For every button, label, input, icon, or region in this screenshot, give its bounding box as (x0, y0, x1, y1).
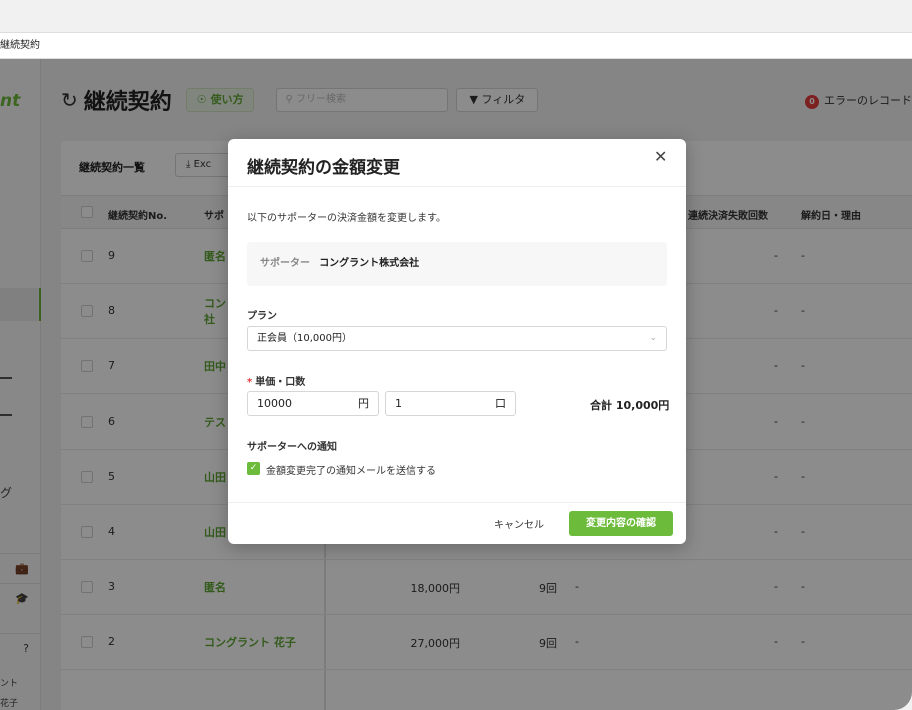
quantity-input[interactable]: 1 口 (385, 391, 516, 416)
unit-qty-label: * 単価・口数 (247, 373, 305, 388)
supporter-name: コングラント株式会社 (319, 258, 420, 269)
supporter-info: サポーター コングラント株式会社 (247, 242, 667, 286)
cancel-button[interactable]: キャンセル (494, 516, 544, 531)
unit-price-value: 10000 (257, 397, 292, 410)
tab-title: 継続契約 (0, 40, 40, 51)
dialog-footer: キャンセル 変更内容の確認 (228, 502, 686, 544)
close-icon[interactable]: ✕ (654, 147, 667, 166)
unit-qty-label-text: 単価・口数 (255, 377, 306, 388)
required-mark: * (247, 377, 253, 388)
notify-email-checkbox[interactable]: ✓ (247, 462, 260, 475)
plan-label: プラン (247, 311, 277, 322)
quantity-unit: 口 (495, 397, 506, 410)
browser-chrome (0, 0, 912, 32)
total-amount: 合計 10,000円 (590, 399, 670, 412)
change-amount-dialog: 継続契約の金額変更 ✕ 以下のサポーターの決済金額を変更します。 サポーター コ… (228, 139, 686, 544)
unit-price-input[interactable]: 10000 円 (247, 391, 379, 416)
dialog-title: 継続契約の金額変更 (247, 158, 400, 178)
dialog-header: 継続契約の金額変更 ✕ (228, 139, 686, 187)
yen-unit: 円 (358, 397, 369, 410)
supporter-label: サポーター (260, 258, 310, 269)
confirm-changes-button[interactable]: 変更内容の確認 (569, 511, 673, 536)
notify-email-label[interactable]: 金額変更完了の通知メールを送信する (266, 462, 436, 477)
chevron-down-icon: ⌄ (649, 333, 657, 343)
notify-label: サポーターへの通知 (247, 442, 337, 453)
quantity-value: 1 (395, 397, 402, 410)
window-tab[interactable]: 継続契約 (0, 32, 912, 59)
plan-select[interactable]: 正会員（10,000円） ⌄ (247, 326, 667, 351)
plan-selected-value: 正会員（10,000円） (257, 333, 352, 344)
dialog-description: 以下のサポーターの決済金額を変更します。 (247, 213, 446, 224)
